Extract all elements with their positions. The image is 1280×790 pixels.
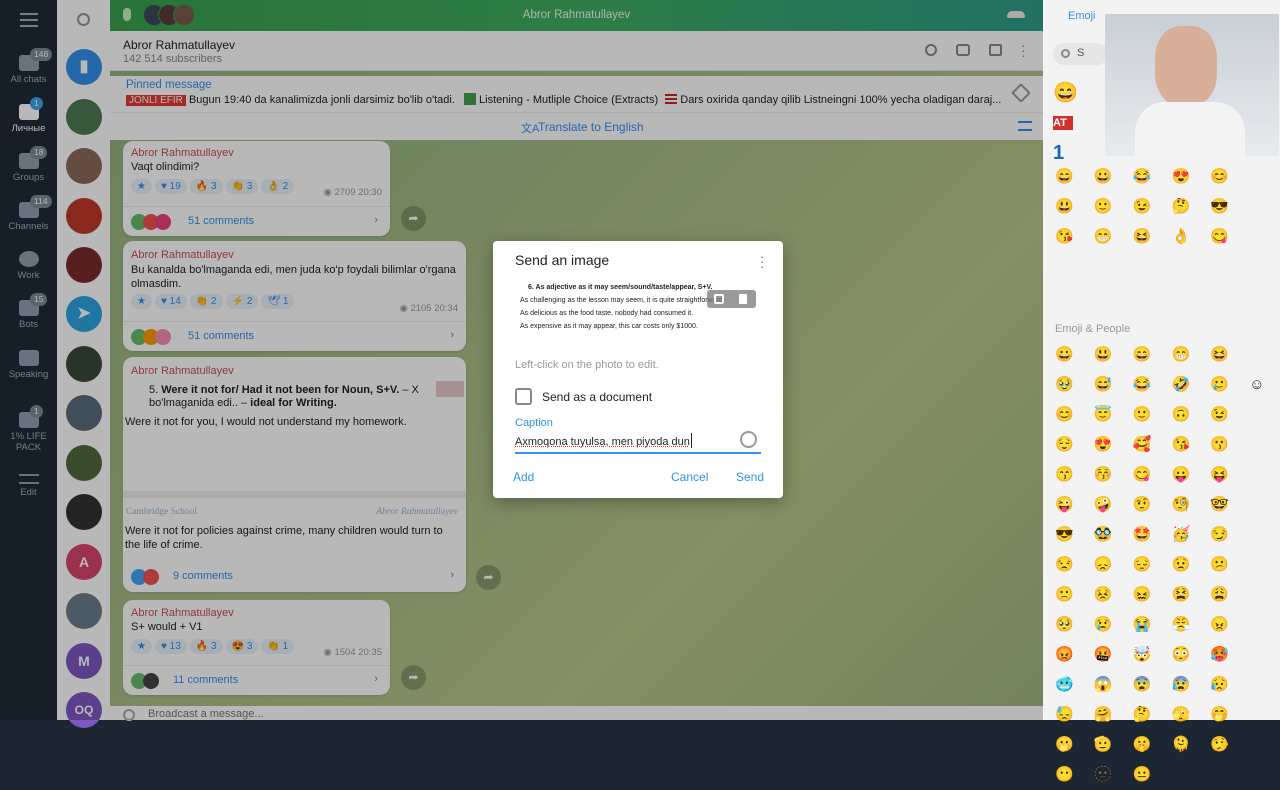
add-button[interactable]: Add <box>513 470 534 484</box>
search-icon <box>1061 49 1070 58</box>
delete-icon[interactable] <box>739 294 747 304</box>
section-title: Emoji & People <box>1055 323 1131 335</box>
cancel-button[interactable]: Cancel <box>671 470 708 484</box>
send-button[interactable]: Send <box>736 470 764 484</box>
emoji-search[interactable]: S <box>1053 43 1108 65</box>
recent-emoji-grid[interactable]: 😄 😀 😂 😍 😊 😃 🙂 😉 🤔 😎 😘 😁 😆 👌 😋 <box>1055 162 1275 252</box>
edit-hint: Left-click on the photo to edit. <box>515 359 659 371</box>
sticker[interactable]: AT <box>1053 116 1073 130</box>
emoji-panel: Emoji S 😄 AT 1 😄 😀 😂 😍 😊 😃 🙂 😉 🤔 😎 😘 😁 😆… <box>1043 0 1280 783</box>
sticker[interactable]: 😄 <box>1053 78 1103 108</box>
crop-icon[interactable] <box>714 294 724 304</box>
send-as-document-label[interactable]: Send as a document <box>542 390 652 404</box>
webcam-overlay <box>1105 14 1279 156</box>
caption-input[interactable]: Axmoqona tuyulsa, men piyoda dun <box>515 433 761 454</box>
people-emoji-grid[interactable]: 😀 😃 😄 😁 😆 🥹 😅 😂 🤣 🥲 ☺ 😊 😇 🙂 🙃 😉 😌 😍 🥰 😘 … <box>1055 340 1275 790</box>
search-value: S <box>1077 47 1085 59</box>
caption-label: Caption <box>515 417 553 429</box>
image-toolbar <box>707 290 756 308</box>
send-image-dialog: Send an image · · · 6. As adjective as it … <box>493 241 783 498</box>
caption-value: Axmoqona tuyulsa, men piyoda dun <box>515 436 690 448</box>
emoji-tab[interactable]: Emoji <box>1068 10 1096 22</box>
send-as-document-checkbox[interactable] <box>515 388 532 405</box>
image-line: As delicious as the food taste, nobody h… <box>520 310 694 317</box>
image-line: As expensive as it may appear, this car … <box>520 323 698 330</box>
more-icon[interactable]: · · · <box>760 250 764 273</box>
sticker-column: 😄 AT 1 <box>1053 78 1103 168</box>
dialog-title: Send an image <box>515 252 610 268</box>
emoji-icon[interactable] <box>740 431 757 448</box>
